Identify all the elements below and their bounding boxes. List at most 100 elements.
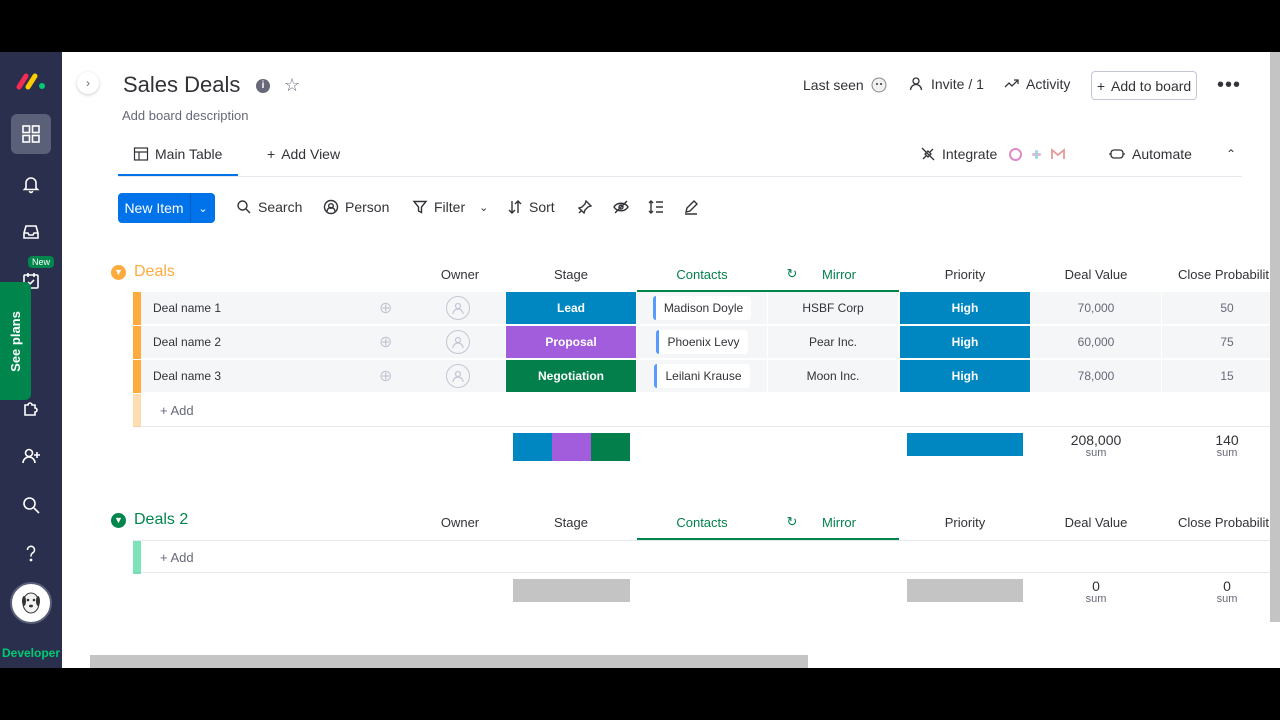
mirror-cell[interactable]: HSBF Corp [768, 292, 898, 325]
tab-main-table[interactable]: Main Table [133, 146, 222, 162]
mirror-cell[interactable]: Pear Inc. [768, 326, 898, 359]
table-row[interactable]: Deal name 3 ⊕ Negotiation Leilani Krause… [133, 360, 1280, 393]
notifications-bell-icon[interactable] [11, 164, 51, 204]
activity-button[interactable]: Activity [1004, 76, 1070, 92]
see-plans-button[interactable]: See plans [0, 282, 31, 400]
new-item-label[interactable]: New Item [118, 193, 191, 223]
column-header-deal-value[interactable]: Deal Value [1031, 267, 1161, 282]
contact-chip[interactable]: Phoenix Levy [656, 330, 748, 354]
item-name-cell[interactable]: Deal name 2 ⊕ [141, 326, 411, 359]
avatar[interactable] [10, 582, 52, 624]
item-name[interactable]: Deal name 1 [153, 301, 221, 315]
priority-summary-bar[interactable] [907, 579, 1023, 602]
priority-status-cell[interactable]: High [900, 360, 1030, 393]
stage-status-cell[interactable]: Lead [506, 292, 636, 325]
add-item-label[interactable]: + Add [160, 550, 194, 565]
search-button[interactable]: Search [236, 199, 302, 215]
add-to-board-button[interactable]: + Add to board [1091, 71, 1197, 100]
column-header-owner[interactable]: Owner [420, 267, 500, 282]
group-title-label[interactable]: Deals [134, 263, 175, 281]
more-options-icon[interactable]: ••• [1217, 74, 1241, 97]
group-title-label[interactable]: Deals 2 [134, 511, 188, 529]
apps-puzzle-icon[interactable] [11, 388, 51, 428]
add-update-icon[interactable]: ⊕ [379, 332, 392, 352]
new-item-button[interactable]: New Item ⌄ [118, 193, 215, 223]
column-header-deal-value[interactable]: Deal Value [1031, 515, 1161, 530]
workspace-icon[interactable] [11, 114, 51, 154]
inbox-icon[interactable] [11, 212, 51, 252]
priority-summary-bar[interactable] [907, 433, 1023, 456]
invite-members-icon[interactable] [11, 436, 51, 476]
column-header-priority[interactable]: Priority [900, 267, 1030, 282]
item-name-cell[interactable]: Deal name 1 ⊕ [141, 292, 411, 325]
owner-cell[interactable] [411, 360, 505, 393]
group-collapse-chevron-down-icon[interactable]: ▼ [111, 264, 126, 280]
contact-chip[interactable]: Leilani Krause [654, 364, 750, 388]
expand-sidebar-chevron-icon[interactable]: › [77, 72, 99, 94]
add-view-button[interactable]: + Add View [267, 146, 340, 162]
add-update-icon[interactable]: ⊕ [379, 366, 392, 386]
stage-status-cell[interactable]: Proposal [506, 326, 636, 359]
row-height-icon[interactable] [648, 199, 664, 215]
close-probability-cell[interactable]: 50 [1162, 292, 1280, 325]
stage-summary-bar[interactable] [513, 433, 630, 461]
add-item-row[interactable]: + Add [133, 394, 1280, 427]
stage-summary-bar[interactable] [513, 579, 630, 602]
close-probability-cell[interactable]: 75 [1162, 326, 1280, 359]
contacts-cell[interactable]: Leilani Krause [637, 360, 767, 393]
column-header-stage[interactable]: Stage [506, 515, 636, 530]
group-collapse-chevron-down-icon[interactable]: ▼ [111, 512, 126, 528]
column-header-mirror[interactable]: Mirror [800, 267, 878, 282]
item-name[interactable]: Deal name 2 [153, 335, 221, 349]
horizontal-scrollbar[interactable] [90, 655, 808, 668]
add-item-row[interactable]: + Add [133, 540, 1280, 574]
deal-value-cell[interactable]: 78,000 [1031, 360, 1161, 393]
contact-chip[interactable]: Madison Doyle [652, 296, 752, 320]
mirror-cell[interactable]: Moon Inc. [768, 360, 898, 393]
column-header-contacts[interactable]: Contacts [637, 515, 767, 530]
board-title[interactable]: Sales Deals [123, 72, 240, 98]
filter-button[interactable]: Filter ⌄ [412, 199, 488, 215]
deal-value-cell[interactable]: 60,000 [1031, 326, 1161, 359]
deal-value-cell[interactable]: 70,000 [1031, 292, 1161, 325]
column-header-stage[interactable]: Stage [506, 267, 636, 282]
table-row[interactable]: Deal name 1 ⊕ Lead Madison Doyle HSBF Co… [133, 292, 1280, 325]
help-icon[interactable] [11, 533, 51, 573]
owner-cell[interactable] [411, 326, 505, 359]
info-icon[interactable]: i [256, 79, 270, 93]
integrate-button[interactable]: Integrate [920, 146, 1066, 162]
column-header-contacts[interactable]: Contacts [637, 267, 767, 282]
close-probability-cell[interactable]: 15 [1162, 360, 1280, 393]
group-title-deals[interactable]: ▼ Deals [111, 263, 175, 281]
group-title-deals-2[interactable]: ▼ Deals 2 [111, 511, 188, 529]
priority-status-cell[interactable]: High [900, 326, 1030, 359]
invite-button[interactable]: Invite / 1 [909, 76, 984, 92]
column-header-close-probability[interactable]: Close Probabilit [1162, 515, 1272, 530]
table-row[interactable]: Deal name 2 ⊕ Proposal Phoenix Levy Pear… [133, 326, 1280, 359]
automate-button[interactable]: Automate [1108, 146, 1192, 162]
pin-icon[interactable] [577, 199, 593, 215]
contacts-cell[interactable]: Phoenix Levy [637, 326, 767, 359]
column-header-close-probability[interactable]: Close Probabilit [1162, 267, 1272, 282]
star-icon[interactable]: ☆ [284, 75, 300, 96]
hide-eye-icon[interactable] [613, 199, 629, 215]
color-pencil-icon[interactable] [683, 199, 699, 215]
filter-chevron-down-icon[interactable]: ⌄ [479, 201, 488, 214]
item-name[interactable]: Deal name 3 [153, 369, 221, 383]
stage-status-cell[interactable]: Negotiation [506, 360, 636, 393]
column-header-mirror[interactable]: Mirror [800, 515, 878, 530]
add-update-icon[interactable]: ⊕ [379, 298, 392, 318]
owner-cell[interactable] [411, 292, 505, 325]
person-filter-button[interactable]: Person [323, 199, 389, 215]
item-name-cell[interactable]: Deal name 3 ⊕ [141, 360, 411, 393]
priority-status-cell[interactable]: High [900, 292, 1030, 325]
column-header-owner[interactable]: Owner [420, 515, 500, 530]
vertical-scrollbar[interactable] [1270, 52, 1280, 622]
sort-button[interactable]: Sort [507, 199, 555, 215]
new-item-chevron-down-icon[interactable]: ⌄ [191, 193, 215, 223]
board-description[interactable]: Add board description [122, 108, 248, 123]
add-item-label[interactable]: + Add [160, 403, 194, 418]
column-header-priority[interactable]: Priority [900, 515, 1030, 530]
contacts-cell[interactable]: Madison Doyle [637, 292, 767, 325]
last-seen[interactable]: Last seen [803, 76, 888, 94]
